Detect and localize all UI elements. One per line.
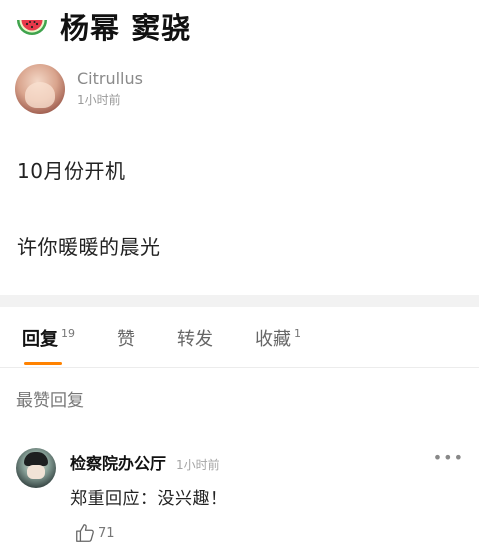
commenter-avatar[interactable] bbox=[16, 448, 56, 488]
author-block[interactable]: Citrullus 1小时前 bbox=[15, 64, 143, 114]
tabs-border bbox=[0, 367, 479, 368]
tab-reposts-label: 转发 bbox=[177, 329, 213, 350]
weibo-post-page: 杨幂 窦骁 Citrullus 1小时前 10月份开机 许你暖暖的晨光 回复 1… bbox=[0, 0, 479, 558]
section-divider bbox=[0, 295, 479, 307]
active-tab-indicator bbox=[24, 362, 62, 365]
tab-likes[interactable]: 赞 bbox=[117, 327, 135, 357]
post-text-line: 许你暖暖的晨光 bbox=[17, 235, 161, 259]
tab-favorites-count: 1 bbox=[294, 327, 301, 340]
more-options-icon[interactable]: ••• bbox=[433, 448, 464, 467]
top-replies-heading: 最赞回复 bbox=[16, 391, 84, 411]
author-meta: Citrullus 1小时前 bbox=[77, 69, 143, 109]
post-title: 杨幂 窦骁 bbox=[60, 11, 192, 45]
comment-like-button[interactable]: 71 bbox=[74, 522, 115, 544]
post-timestamp: 1小时前 bbox=[77, 93, 121, 107]
post-header: 杨幂 窦骁 bbox=[14, 8, 192, 45]
tab-favorites[interactable]: 收藏 1 bbox=[255, 327, 301, 357]
comment-header: 检察院办公厅 1小时前 bbox=[70, 450, 220, 474]
tab-likes-label: 赞 bbox=[117, 329, 135, 350]
tab-replies[interactable]: 回复 19 bbox=[22, 327, 75, 357]
interaction-tabs: 回复 19 赞 转发 收藏 1 bbox=[0, 318, 479, 366]
author-avatar[interactable] bbox=[15, 64, 65, 114]
comment-like-count: 71 bbox=[98, 525, 115, 541]
thumbs-up-icon bbox=[76, 524, 94, 542]
tab-replies-count: 19 bbox=[61, 327, 75, 340]
commenter-name[interactable]: 检察院办公厅 bbox=[70, 450, 166, 474]
comment-text: 郑重回应：没兴趣！ bbox=[70, 489, 228, 509]
watermelon-icon bbox=[17, 20, 47, 35]
comment-timestamp: 1小时前 bbox=[176, 458, 220, 472]
tab-favorites-label: 收藏 bbox=[255, 329, 291, 350]
tab-reposts[interactable]: 转发 bbox=[177, 327, 213, 357]
author-name[interactable]: Citrullus bbox=[77, 69, 143, 89]
tab-replies-label: 回复 bbox=[22, 329, 58, 350]
post-text-line: 10月份开机 bbox=[17, 159, 126, 183]
comment-item: 检察院办公厅 1小时前 ••• 郑重回应：没兴趣！ 71 bbox=[16, 446, 466, 556]
